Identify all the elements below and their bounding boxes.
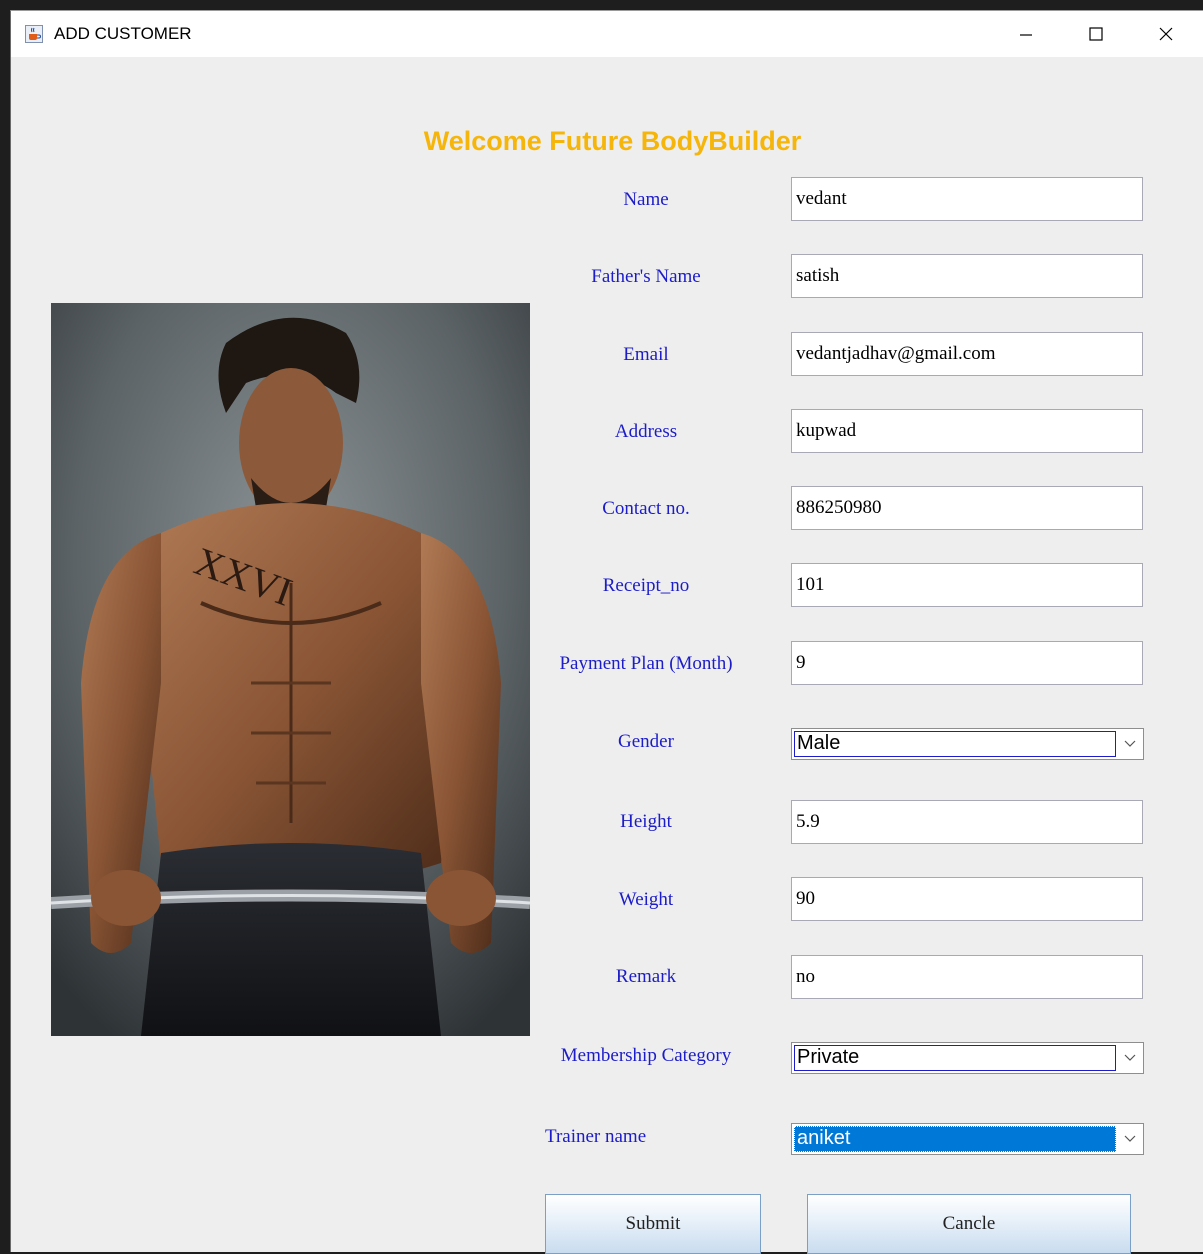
- submit-button[interactable]: Submit: [545, 1194, 761, 1254]
- welcome-heading: Welcome Future BodyBuilder: [423, 126, 802, 156]
- trainer-select[interactable]: aniket: [791, 1123, 1144, 1155]
- weight-input[interactable]: 90: [791, 877, 1143, 921]
- contact-input[interactable]: 886250980: [791, 486, 1143, 530]
- chevron-down-icon[interactable]: [1117, 1043, 1143, 1073]
- weight-label: Weight: [618, 889, 674, 910]
- height-label: Height: [620, 811, 672, 832]
- email-input[interactable]: vedantjadhav@gmail.com: [791, 332, 1143, 376]
- chevron-down-icon[interactable]: [1117, 729, 1143, 759]
- membership-select-value: Private: [794, 1045, 1116, 1071]
- minimize-button[interactable]: [996, 11, 1056, 57]
- window-title: ADD CUSTOMER: [54, 24, 192, 43]
- bodybuilder-photo: XXVI: [51, 303, 530, 1036]
- receipt-input[interactable]: 101: [791, 563, 1143, 607]
- membership-select[interactable]: Private: [791, 1042, 1144, 1074]
- payment-plan-input[interactable]: 9: [791, 641, 1143, 685]
- email-label: Email: [623, 344, 669, 365]
- receipt-label: Receipt_no: [602, 575, 690, 596]
- chevron-down-icon[interactable]: [1117, 1124, 1143, 1154]
- membership-label: Membership Category: [560, 1045, 732, 1066]
- father-name-input[interactable]: satish: [791, 254, 1143, 298]
- name-input[interactable]: vedant: [791, 177, 1143, 221]
- trainer-select-value: aniket: [794, 1126, 1116, 1152]
- title-bar[interactable]: ADD CUSTOMER: [11, 11, 1203, 57]
- gender-label: Gender: [618, 731, 674, 752]
- remark-label: Remark: [615, 966, 677, 987]
- close-icon: [1159, 27, 1173, 41]
- father-name-label: Father's Name: [591, 266, 701, 287]
- close-button[interactable]: [1136, 11, 1196, 57]
- maximize-button[interactable]: [1066, 11, 1126, 57]
- address-label: Address: [614, 421, 678, 442]
- java-cup-icon: [25, 25, 43, 43]
- maximize-icon: [1089, 27, 1103, 41]
- address-input[interactable]: kupwad: [791, 409, 1143, 453]
- remark-input[interactable]: no: [791, 955, 1143, 999]
- height-input[interactable]: 5.9: [791, 800, 1143, 844]
- gender-select[interactable]: Male: [791, 728, 1144, 760]
- payment-plan-label: Payment Plan (Month): [559, 653, 733, 674]
- trainer-label: Trainer name: [545, 1126, 647, 1147]
- add-customer-window: ADD CUSTOMER Welcome Future BodyBuilder: [10, 10, 1203, 1254]
- gender-select-value: Male: [794, 731, 1116, 757]
- name-label: Name: [623, 189, 669, 210]
- minimize-icon: [1020, 34, 1032, 36]
- contact-label: Contact no.: [602, 498, 690, 519]
- cancel-button[interactable]: Cancle: [807, 1194, 1131, 1254]
